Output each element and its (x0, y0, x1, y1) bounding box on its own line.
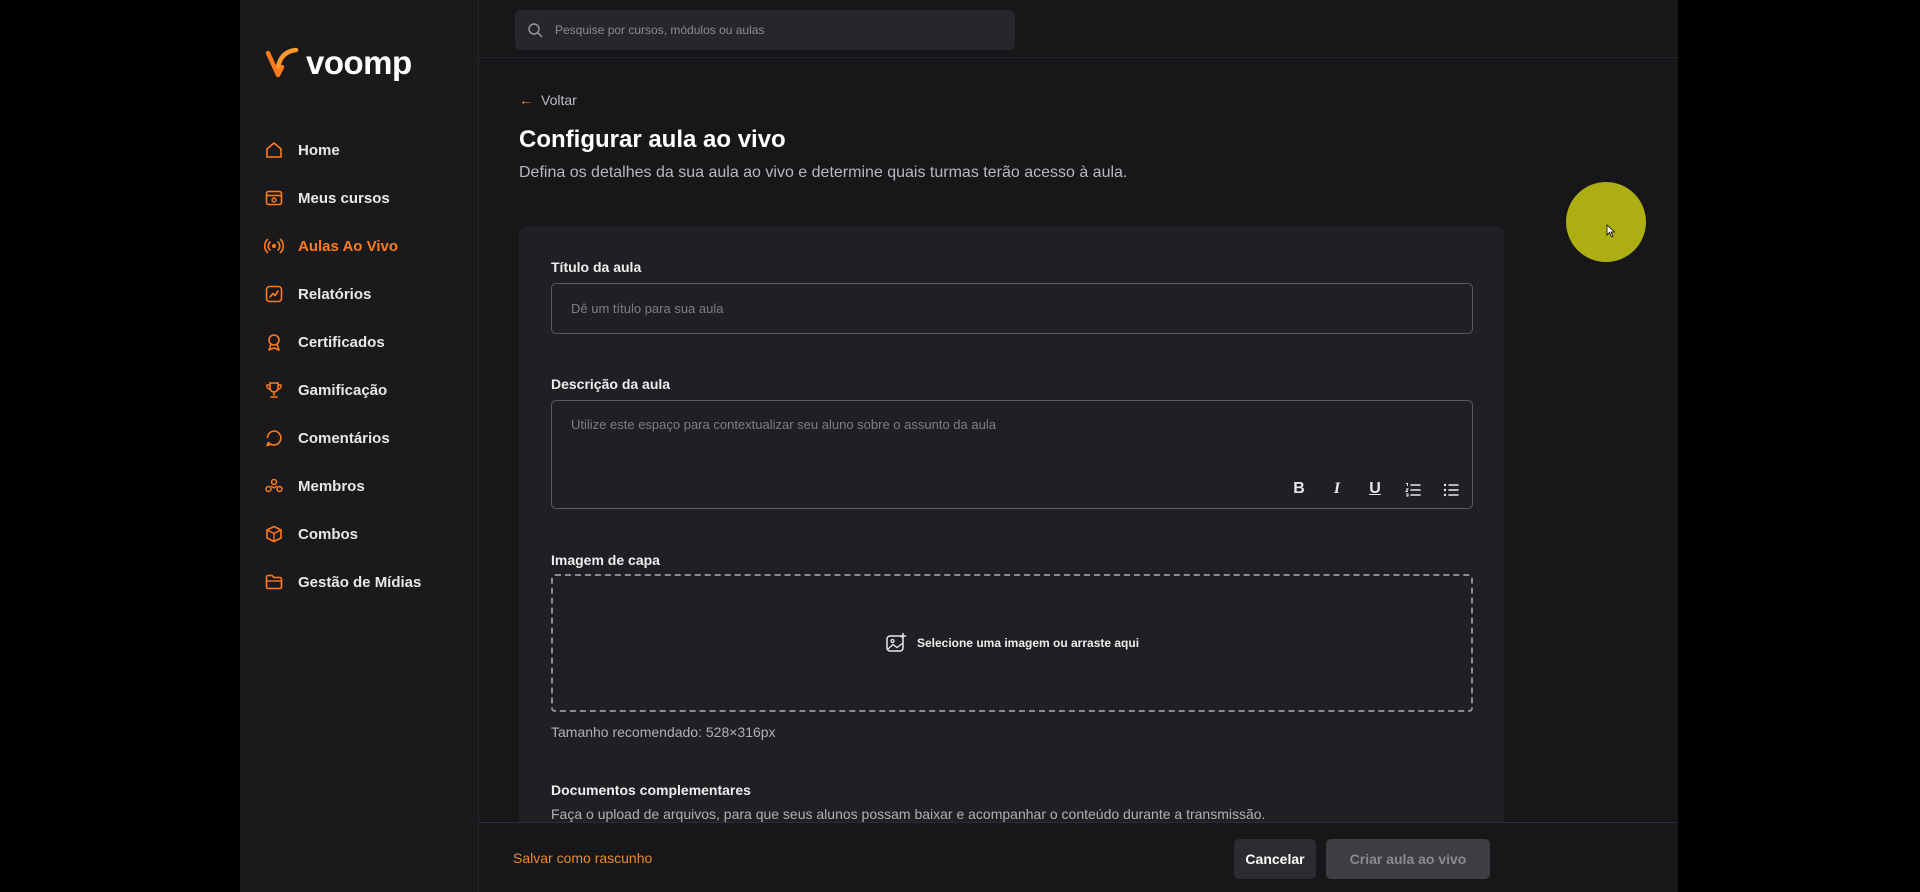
sidebar-item-membros[interactable]: Membros (264, 462, 464, 510)
click-highlight (1566, 182, 1646, 262)
page-title: Configurar aula ao vivo (519, 126, 786, 153)
courses-icon (264, 188, 284, 208)
folder-icon (264, 572, 284, 592)
sidebar-item-label: Combos (298, 525, 358, 543)
sidebar-item-label: Aulas Ao Vivo (298, 237, 399, 255)
italic-button[interactable]: I (1328, 480, 1346, 498)
sidebar-item-relatorios[interactable]: Relatórios (264, 270, 464, 318)
search-icon (528, 23, 543, 38)
sidebar-item-gestao-de-midias[interactable]: Gestão de Mídias (264, 558, 464, 606)
ordered-list-button[interactable] (1404, 480, 1422, 498)
sidebar-item-label: Relatórios (298, 285, 372, 303)
image-upload-icon (886, 632, 907, 652)
home-icon (264, 140, 284, 160)
comments-icon (264, 428, 284, 448)
sidebar-item-label: Home (298, 141, 340, 159)
mouse-cursor-icon (1606, 224, 1616, 238)
form-footer: Salvar como rascunho Cancelar Criar aula… (479, 822, 1678, 892)
cancel-button[interactable]: Cancelar (1234, 839, 1316, 879)
certificate-icon (264, 332, 284, 352)
box-icon (264, 524, 284, 544)
dropzone-label: Selecione uma imagem ou arraste aqui (916, 636, 1140, 650)
sidebar-item-label: Gamificação (298, 381, 388, 399)
sidebar-item-aulas-ao-vivo[interactable]: Aulas Ao Vivo (264, 222, 464, 270)
sidebar-item-label: Meus cursos (298, 189, 390, 207)
live-broadcast-icon (264, 236, 284, 256)
documents-description: Faça o upload de arquivos, para que seus… (551, 806, 1266, 822)
formatting-toolbar: B I U (1290, 480, 1460, 498)
bold-button[interactable]: B (1290, 480, 1308, 498)
bullet-list-icon (1443, 483, 1459, 497)
chart-icon (264, 284, 284, 304)
live-class-form: Título da aula Descrição da aula B I U (519, 226, 1504, 846)
sidebar-item-certificados[interactable]: Certificados (264, 318, 464, 366)
bullet-list-button[interactable] (1442, 480, 1460, 498)
sidebar-item-label: Membros (298, 477, 365, 495)
app-window: voomp Home Meus cursos Aulas Ao Vivo Rel… (240, 0, 1678, 892)
arrow-left-icon: ← (519, 92, 533, 108)
voomp-logo[interactable]: voomp (264, 44, 412, 82)
description-textarea[interactable] (552, 401, 1472, 471)
sidebar-nav: Home Meus cursos Aulas Ao Vivo Relatório… (264, 126, 464, 606)
title-input[interactable] (551, 283, 1473, 334)
title-label: Título da aula (551, 259, 642, 275)
save-draft-button[interactable]: Salvar como rascunho (513, 850, 652, 866)
cover-image-dropzone[interactable]: Selecione uma imagem ou arraste aqui (551, 574, 1473, 712)
ordered-list-icon (1404, 483, 1421, 497)
search-box[interactable] (515, 10, 1015, 50)
sidebar-item-label: Comentários (298, 429, 390, 447)
description-editor: B I U (551, 400, 1473, 509)
brand-name: voomp (306, 44, 412, 81)
back-link[interactable]: ← Voltar (519, 92, 577, 108)
trophy-icon (264, 380, 284, 400)
sidebar-item-meus-cursos[interactable]: Meus cursos (264, 174, 464, 222)
voomp-logo-icon (265, 47, 299, 78)
sidebar-item-combos[interactable]: Combos (264, 510, 464, 558)
top-bar: 8 (479, 0, 1678, 58)
create-live-class-button[interactable]: Criar aula ao vivo (1326, 839, 1490, 879)
members-icon (264, 476, 284, 496)
back-label: Voltar (541, 92, 577, 108)
sidebar-item-comentarios[interactable]: Comentários (264, 414, 464, 462)
description-label: Descrição da aula (551, 376, 671, 392)
sidebar: voomp Home Meus cursos Aulas Ao Vivo Rel… (240, 0, 479, 892)
documents-label: Documentos complementares (551, 782, 751, 798)
underline-button[interactable]: U (1366, 480, 1384, 498)
cover-label: Imagem de capa (551, 552, 660, 568)
main-content: ← Voltar Configurar aula ao vivo Defina … (479, 58, 1678, 846)
cover-size-hint: Tamanho recomendado: 528×316px (551, 724, 776, 740)
sidebar-item-home[interactable]: Home (264, 126, 464, 174)
page-subtitle: Defina os detalhes da sua aula ao vivo e… (519, 164, 1128, 181)
sidebar-item-label: Gestão de Mídias (298, 573, 422, 591)
sidebar-item-gamificacao[interactable]: Gamificação (264, 366, 464, 414)
sidebar-item-label: Certificados (298, 333, 385, 351)
search-input[interactable] (555, 23, 995, 37)
